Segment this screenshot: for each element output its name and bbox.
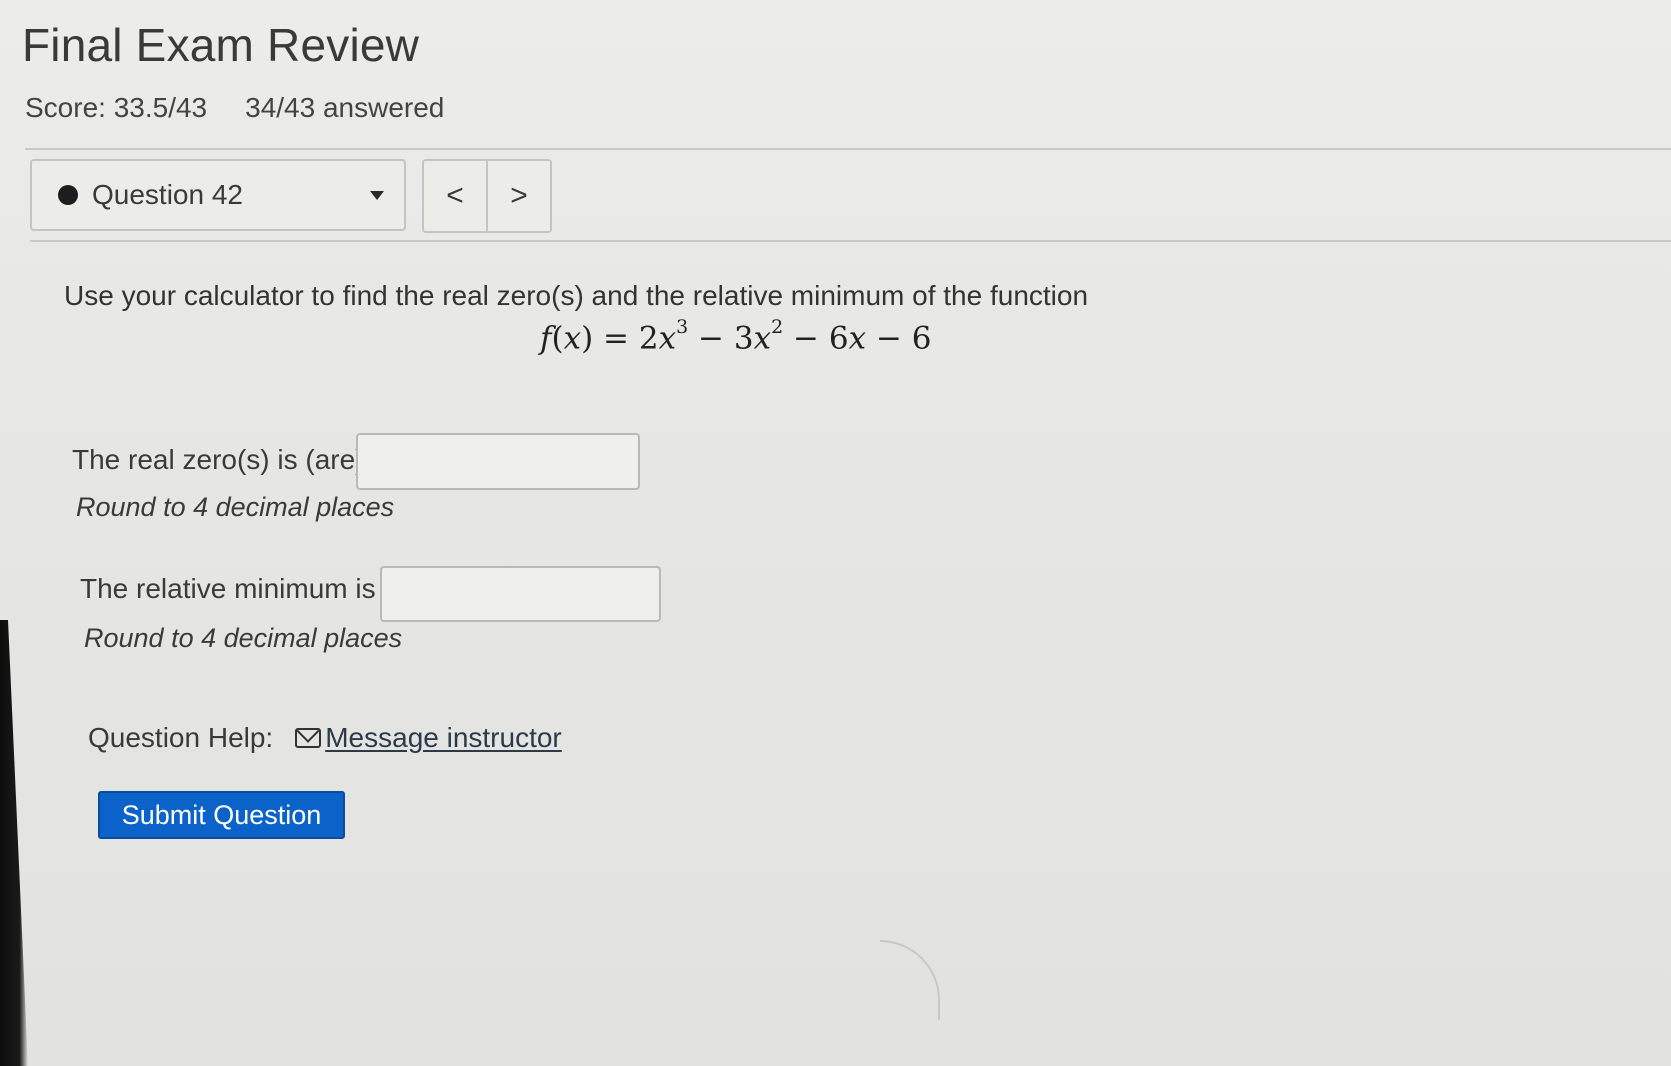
question-help: Question Help: Message instructor [88, 722, 562, 754]
answered-count: 34/43 answered [245, 92, 445, 123]
score-line: Score: 33.5/43 34/43 answered [25, 92, 444, 124]
message-instructor-link[interactable]: Message instructor [325, 722, 562, 754]
caret-down-icon [370, 191, 384, 200]
question-prompt: Use your calculator to find the real zer… [64, 280, 1089, 311]
relative-minimum-rounding-note: Round to 4 decimal places [84, 623, 403, 653]
page-title: Final Exam Review [22, 19, 420, 71]
relative-minimum-label: The relative minimum is [80, 573, 376, 604]
chevron-right-icon: > [510, 179, 528, 212]
formula-term: − 3 [698, 320, 754, 357]
divider [30, 240, 1671, 242]
relative-minimum-input[interactable] [380, 566, 661, 622]
formula-term: x [753, 320, 772, 357]
page: Final Exam Review Score: 33.5/43 34/43 a… [0, 0, 1671, 1066]
formula-fn-name: f [540, 320, 552, 357]
formula-term: x [848, 320, 867, 357]
question-help-label: Question Help: [88, 722, 274, 753]
mail-icon[interactable] [295, 728, 322, 748]
monitor-bezel [0, 620, 28, 1066]
question-pager: < > [422, 159, 552, 233]
previous-question-button[interactable]: < [424, 161, 488, 231]
question-select-label: Question 42 [92, 179, 243, 210]
real-zero-input[interactable] [356, 433, 640, 490]
submit-question-button[interactable]: Submit Question [98, 791, 345, 839]
formula-term: x [658, 320, 677, 357]
real-zero-label: The real zero(s) is (are) [72, 444, 365, 475]
formula-term: − 6 [793, 320, 849, 357]
question-select-dropdown[interactable]: Question 42 [30, 159, 406, 231]
status-dot-icon [58, 185, 78, 205]
function-formula: f(x) = 2x3 − 3x2 − 6x − 6 [540, 316, 932, 357]
divider [25, 148, 1671, 150]
screen-glare [880, 940, 940, 1020]
formula-exponent: 3 [676, 316, 689, 338]
formula-exponent: 2 [771, 316, 784, 338]
score-text: Score: 33.5/43 [25, 92, 208, 123]
real-zero-rounding-note: Round to 4 decimal places [76, 492, 395, 522]
next-question-button[interactable]: > [488, 161, 550, 231]
formula-term: − 6 [875, 320, 932, 357]
formula-var: x [563, 320, 582, 357]
formula-term: 2 [638, 320, 659, 357]
chevron-left-icon: < [446, 179, 464, 212]
